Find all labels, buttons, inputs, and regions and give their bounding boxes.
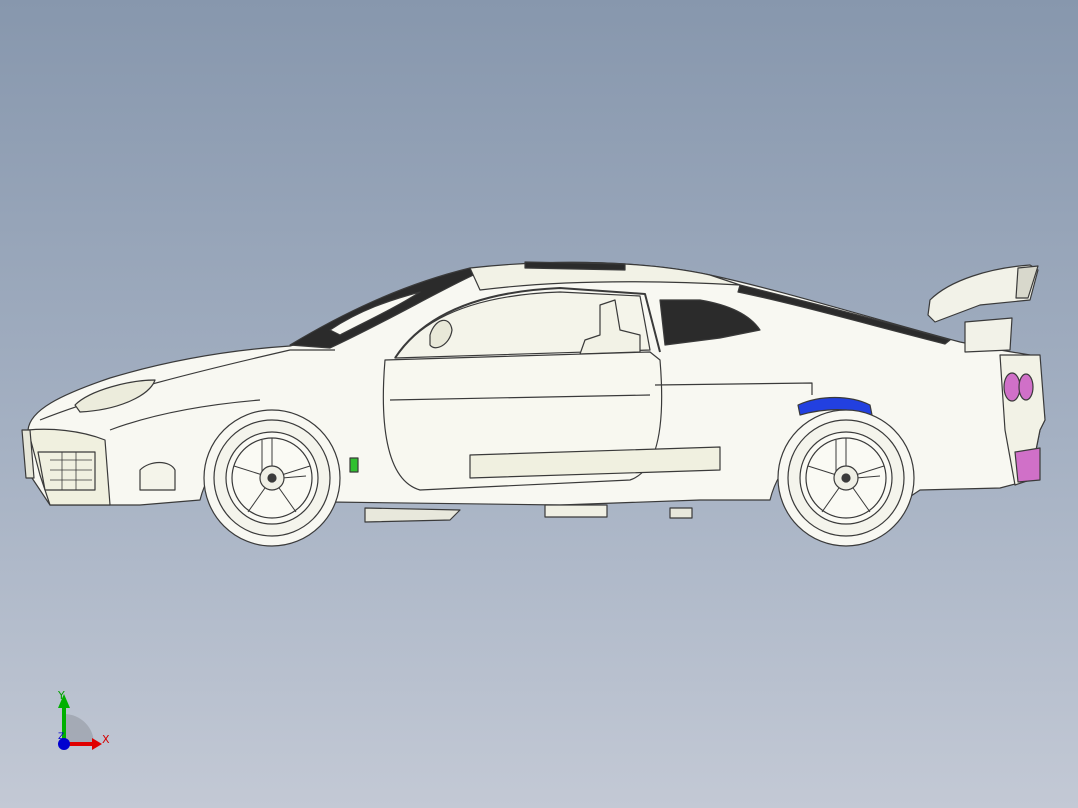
coordinate-triad (58, 694, 102, 750)
exhaust-tip (1014, 447, 1041, 483)
underbody-tab (669, 507, 693, 519)
tail-light-right (1018, 373, 1034, 401)
x-axis-label: X (102, 733, 110, 746)
cad-viewport[interactable]: Y X Z (0, 0, 1078, 808)
side-skirt (364, 507, 461, 523)
y-axis-label: Y (58, 689, 65, 702)
spoiler-mount (964, 317, 1013, 353)
underbody-plate (544, 504, 608, 518)
tail-light-left (1003, 372, 1021, 402)
front-grille (37, 451, 96, 491)
car-model-side-view[interactable] (0, 0, 1078, 808)
front-wheel (203, 409, 341, 547)
z-axis-label: Z (58, 732, 65, 742)
rear-wheel (777, 409, 915, 547)
green-component (349, 457, 359, 473)
fog-light (139, 461, 176, 491)
roof-panel (524, 261, 626, 271)
